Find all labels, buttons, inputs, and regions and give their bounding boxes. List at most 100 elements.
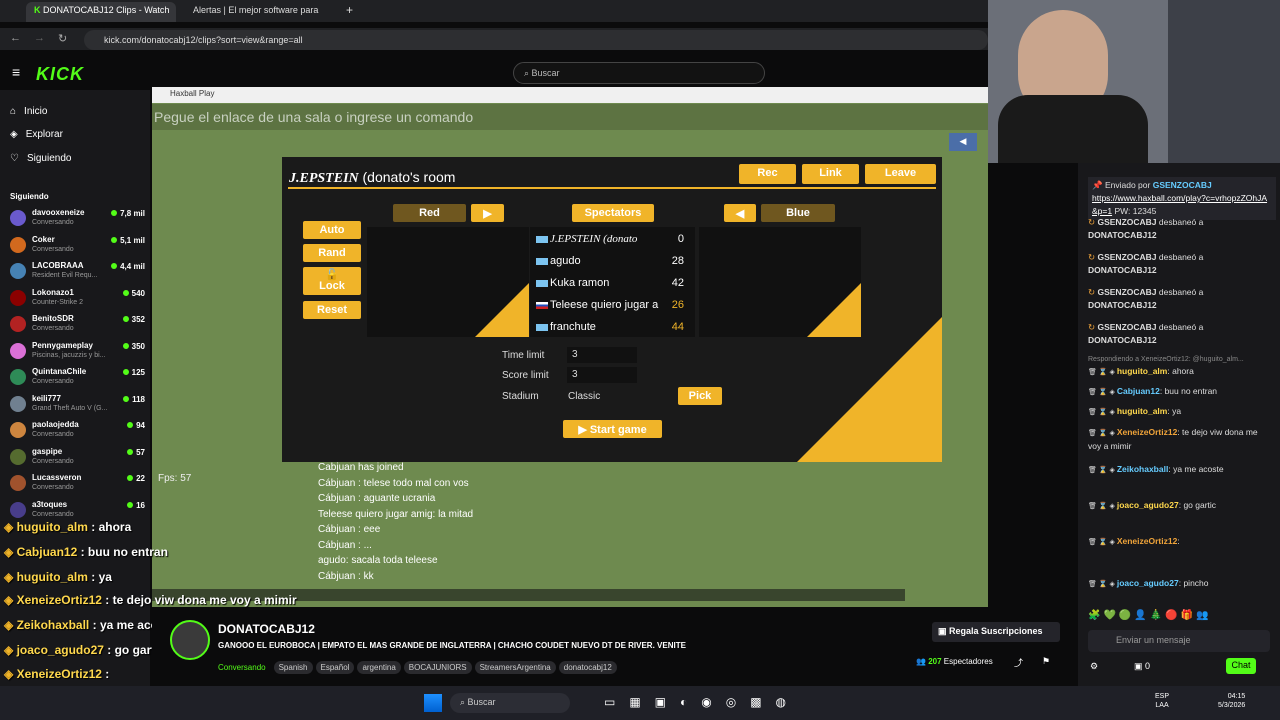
taskbar-search[interactable]: ⌕ Buscar <box>450 693 570 713</box>
emote-bar[interactable]: 🧩💚🟢👤🎄🔴🎁👥 <box>1088 610 1270 626</box>
stream-tag[interactable]: Spanish <box>273 661 313 674</box>
nav-siguiendo[interactable]: ♡ Siguiendo <box>10 153 71 164</box>
chat-username[interactable]: XeneizeOrtiz12 <box>1117 427 1177 437</box>
following-item[interactable]: keili777 Grand Theft Auto V (G... 118 <box>10 392 145 418</box>
unban-target[interactable]: DONATOCABJ12 <box>1088 335 1157 345</box>
avatar <box>10 316 26 332</box>
unban-user[interactable]: GSENZOCABJ <box>1097 252 1156 262</box>
following-item[interactable]: LACOBRAAA Resident Evil Requ... 4,4 mil <box>10 259 145 285</box>
overlay-badge-icon: ◈ <box>4 618 17 632</box>
spectator-row[interactable]: franchute 44 <box>530 321 690 341</box>
following-item[interactable]: Lucassveron Conversando 22 <box>10 471 145 497</box>
unban-user[interactable]: GSENZOCABJ <box>1097 217 1156 227</box>
pick-stadium-button[interactable]: Pick <box>678 387 722 405</box>
rec-label: Rec <box>757 167 778 179</box>
channel-name[interactable]: DONATOCABJ12 <box>218 622 315 636</box>
tab-kick-clips[interactable]: K DONATOCABJ12 Clips - Watch <box>26 2 176 22</box>
windows-taskbar: ⌕ Buscar ▭▦▣◐◉◎▩◍ ESP LAA 04:15 5/3/2026 <box>0 686 1280 720</box>
chat-username[interactable]: joaco_agudo27 <box>1117 500 1179 510</box>
chat-message: 🗑 ⌛ ◈ joaco_agudo27: go gartic <box>1088 500 1217 510</box>
leave-button[interactable]: Leave <box>865 164 936 184</box>
following-name: LACOBRAAA <box>32 261 84 270</box>
unban-target[interactable]: DONATOCABJ12 <box>1088 265 1157 275</box>
clock[interactable]: 04:15 5/3/2026 <box>1218 692 1245 710</box>
language-indicator[interactable]: ESP LAA <box>1155 692 1169 710</box>
avatar[interactable] <box>170 620 210 660</box>
taskbar-apps[interactable]: ▭▦▣◐◉◎▩◍ <box>604 695 800 709</box>
chat-username[interactable]: Cabjuan12 <box>1117 386 1160 396</box>
stream-tag[interactable]: Español <box>315 661 355 674</box>
move-left-icon[interactable]: ◀ <box>724 204 756 222</box>
room-name: (donato's room <box>362 169 456 185</box>
stream-tag[interactable]: StreamersArgentina <box>474 661 556 674</box>
chat-username[interactable]: huguito_alm <box>1117 406 1168 416</box>
time-limit-input[interactable]: 3 <box>567 347 637 363</box>
stream-tag[interactable]: Conversando <box>218 661 271 674</box>
rand-button[interactable]: Rand <box>303 244 361 262</box>
following-item[interactable]: Pennygameplay Piscinas, jacuzzis y bi... 3… <box>10 339 145 365</box>
rec-button[interactable]: Rec <box>739 164 796 184</box>
red-team-panel[interactable] <box>367 227 529 337</box>
tab-alertas[interactable]: Alertas | El mejor software para <box>185 2 335 22</box>
following-item[interactable]: paolaojedda Conversando 94 <box>10 418 145 444</box>
sound-icon[interactable]: ◀ <box>949 133 977 151</box>
reload-icon[interactable]: ↻ <box>58 32 67 45</box>
score-limit-input[interactable]: 3 <box>567 367 637 383</box>
spectators-label: Spectators <box>584 207 642 219</box>
lock-button[interactable]: 🔓 Lock <box>303 267 361 295</box>
new-tab-button[interactable]: + <box>342 2 362 22</box>
forward-icon[interactable]: → <box>34 32 45 44</box>
chat-send-button[interactable]: Chat <box>1226 658 1256 674</box>
spectator-row[interactable]: J.EPSTEIN (donato 0 <box>530 233 690 253</box>
red-team-header[interactable]: Red <box>393 204 466 222</box>
spectator-row[interactable]: Kuka ramon 42 <box>530 277 690 297</box>
auto-button[interactable]: Auto <box>303 221 361 239</box>
stream-tag[interactable]: BOCAJUNIORS <box>403 661 472 674</box>
report-icon[interactable]: ⚑ <box>1042 656 1050 667</box>
unban-notice: ↻ GSENZOCABJ desbaneó a DONATOCABJ12 <box>1088 286 1273 312</box>
unban-user[interactable]: GSENZOCABJ <box>1097 287 1156 297</box>
spectator-row[interactable]: agudo 28 <box>530 255 690 275</box>
following-item[interactable]: Coker Conversando 5,1 mil <box>10 233 145 259</box>
chat-username[interactable]: joaco_agudo27 <box>1117 578 1179 588</box>
spectators-header[interactable]: Spectators <box>572 204 654 222</box>
menu-icon[interactable]: ≡ <box>12 64 20 80</box>
move-right-icon[interactable]: ▶ <box>471 204 504 222</box>
search-input[interactable]: ⌕ Buscar <box>513 62 765 84</box>
stream-tag[interactable]: argentina <box>357 661 401 674</box>
nav-inicio[interactable]: ⌂ Inicio <box>10 106 47 117</box>
overlay-text: buu no entran <box>87 545 168 559</box>
blue-team-header[interactable]: Blue <box>761 204 835 222</box>
chat-message-input[interactable]: Enviar un mensaje <box>1088 630 1270 652</box>
chat-username[interactable]: XeneizeOrtiz12 <box>1117 536 1177 546</box>
chat-settings-icon[interactable]: ⚙ <box>1090 661 1098 672</box>
nav-explorar[interactable]: ◈ Explorar <box>10 129 63 140</box>
chat-text: buu no entran <box>1164 386 1218 396</box>
spectator-row[interactable]: Teleese quiero jugar a 26 <box>530 299 690 319</box>
nav-label: Inicio <box>24 106 48 117</box>
chat-username[interactable]: Zeikohaxball <box>1117 464 1169 474</box>
back-icon[interactable]: ← <box>10 32 21 44</box>
stream-tag[interactable]: donatocabj12 <box>558 661 617 674</box>
auto-label: Auto <box>319 224 345 236</box>
spectators-panel[interactable]: J.EPSTEIN (donato 0 agudo 28 Kuka ramon 42 Tel… <box>530 227 695 337</box>
following-item[interactable]: BenitoSDR Conversando 352 <box>10 312 145 338</box>
unban-target[interactable]: DONATOCABJ12 <box>1088 300 1157 310</box>
kick-logo[interactable]: KICK <box>36 64 84 85</box>
reset-button[interactable]: Reset <box>303 301 361 319</box>
following-item[interactable]: QuintanaChile Conversando 125 <box>10 365 145 391</box>
start-game-button[interactable]: ▶ Start game <box>563 420 662 438</box>
unban-text: desbaneó a <box>1158 217 1204 227</box>
unban-target[interactable]: DONATOCABJ12 <box>1088 230 1157 240</box>
unban-user[interactable]: GSENZOCABJ <box>1097 322 1156 332</box>
following-item[interactable]: gaspipe Conversando 57 <box>10 445 145 471</box>
gift-subs-button[interactable]: ▣ Regala Suscripciones <box>932 622 1060 642</box>
chat-username[interactable]: huguito_alm <box>1117 366 1168 376</box>
following-item[interactable]: Lokonazo1 Counter-Strike 2 540 <box>10 286 145 312</box>
windows-start-icon[interactable] <box>424 694 442 712</box>
following-item[interactable]: davooxeneize Conversando 7,8 mil <box>10 206 145 232</box>
command-input[interactable]: Pegue el enlace de una sala o ingrese un… <box>152 104 988 130</box>
url-input[interactable]: kick.com/donatocabj12/clips?sort=view&ra… <box>84 30 988 50</box>
share-icon[interactable]: ⤴ <box>1014 656 1023 669</box>
link-button[interactable]: Link <box>802 164 859 184</box>
